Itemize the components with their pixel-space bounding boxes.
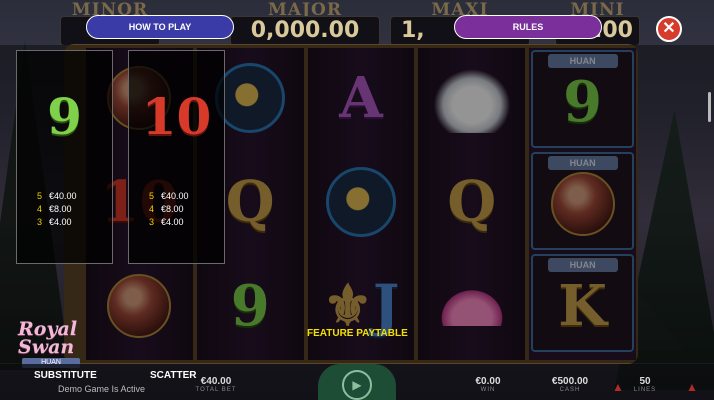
- pay-row: 4 €8.00: [149, 204, 184, 214]
- how-to-play-button[interactable]: HOW TO PLAY: [86, 15, 234, 39]
- jackpot-major: MAJOR 0,000.00: [230, 0, 380, 46]
- jackpot-value: 0,000.00: [230, 16, 380, 46]
- play-icon: ▶: [342, 370, 372, 400]
- feature-paytable-title: FEATURE PAYTABLE: [307, 328, 408, 339]
- spin-button[interactable]: ▶: [318, 364, 396, 400]
- rules-button[interactable]: RULES: [454, 15, 602, 39]
- tab-substitute[interactable]: SUBSTITUTE: [34, 370, 97, 381]
- pay-row: 3 €4.00: [149, 217, 184, 227]
- game-scene: MINOR MAJOR 0,000.00 MAXI 1, MINI .00 10…: [0, 0, 714, 400]
- paytable-symbol: 10: [141, 86, 212, 146]
- game-logo: Royal Swan HUAN: [8, 318, 88, 368]
- paytable-card-9: 9 5 €40.00 4 €8.00 3 €4.00: [16, 50, 113, 264]
- pay-row: 4 €8.00: [37, 204, 72, 214]
- decrease-lines-icon[interactable]: ▲: [612, 380, 624, 394]
- pay-row: 5 €40.00: [149, 191, 189, 201]
- pay-row: 3 €4.00: [37, 217, 72, 227]
- lines-display: 50 LINES: [633, 376, 657, 393]
- close-icon[interactable]: ✕: [656, 16, 682, 42]
- win-display: €0.00 WIN: [475, 376, 501, 393]
- scrollbar[interactable]: [708, 92, 711, 122]
- tab-scatter[interactable]: SCATTER: [150, 370, 196, 381]
- increase-lines-icon[interactable]: ▲: [686, 380, 698, 394]
- paytable-card-10: 10 5 €40.00 4 €8.00 3 €4.00: [128, 50, 225, 264]
- logo-text: Royal Swan: [18, 318, 78, 358]
- paytable-symbol: 9: [47, 86, 82, 146]
- demo-status: Demo Game Is Active: [58, 384, 146, 394]
- cash-display: €500.00 CASH: [551, 376, 589, 393]
- pay-row: 5 €40.00: [37, 191, 77, 201]
